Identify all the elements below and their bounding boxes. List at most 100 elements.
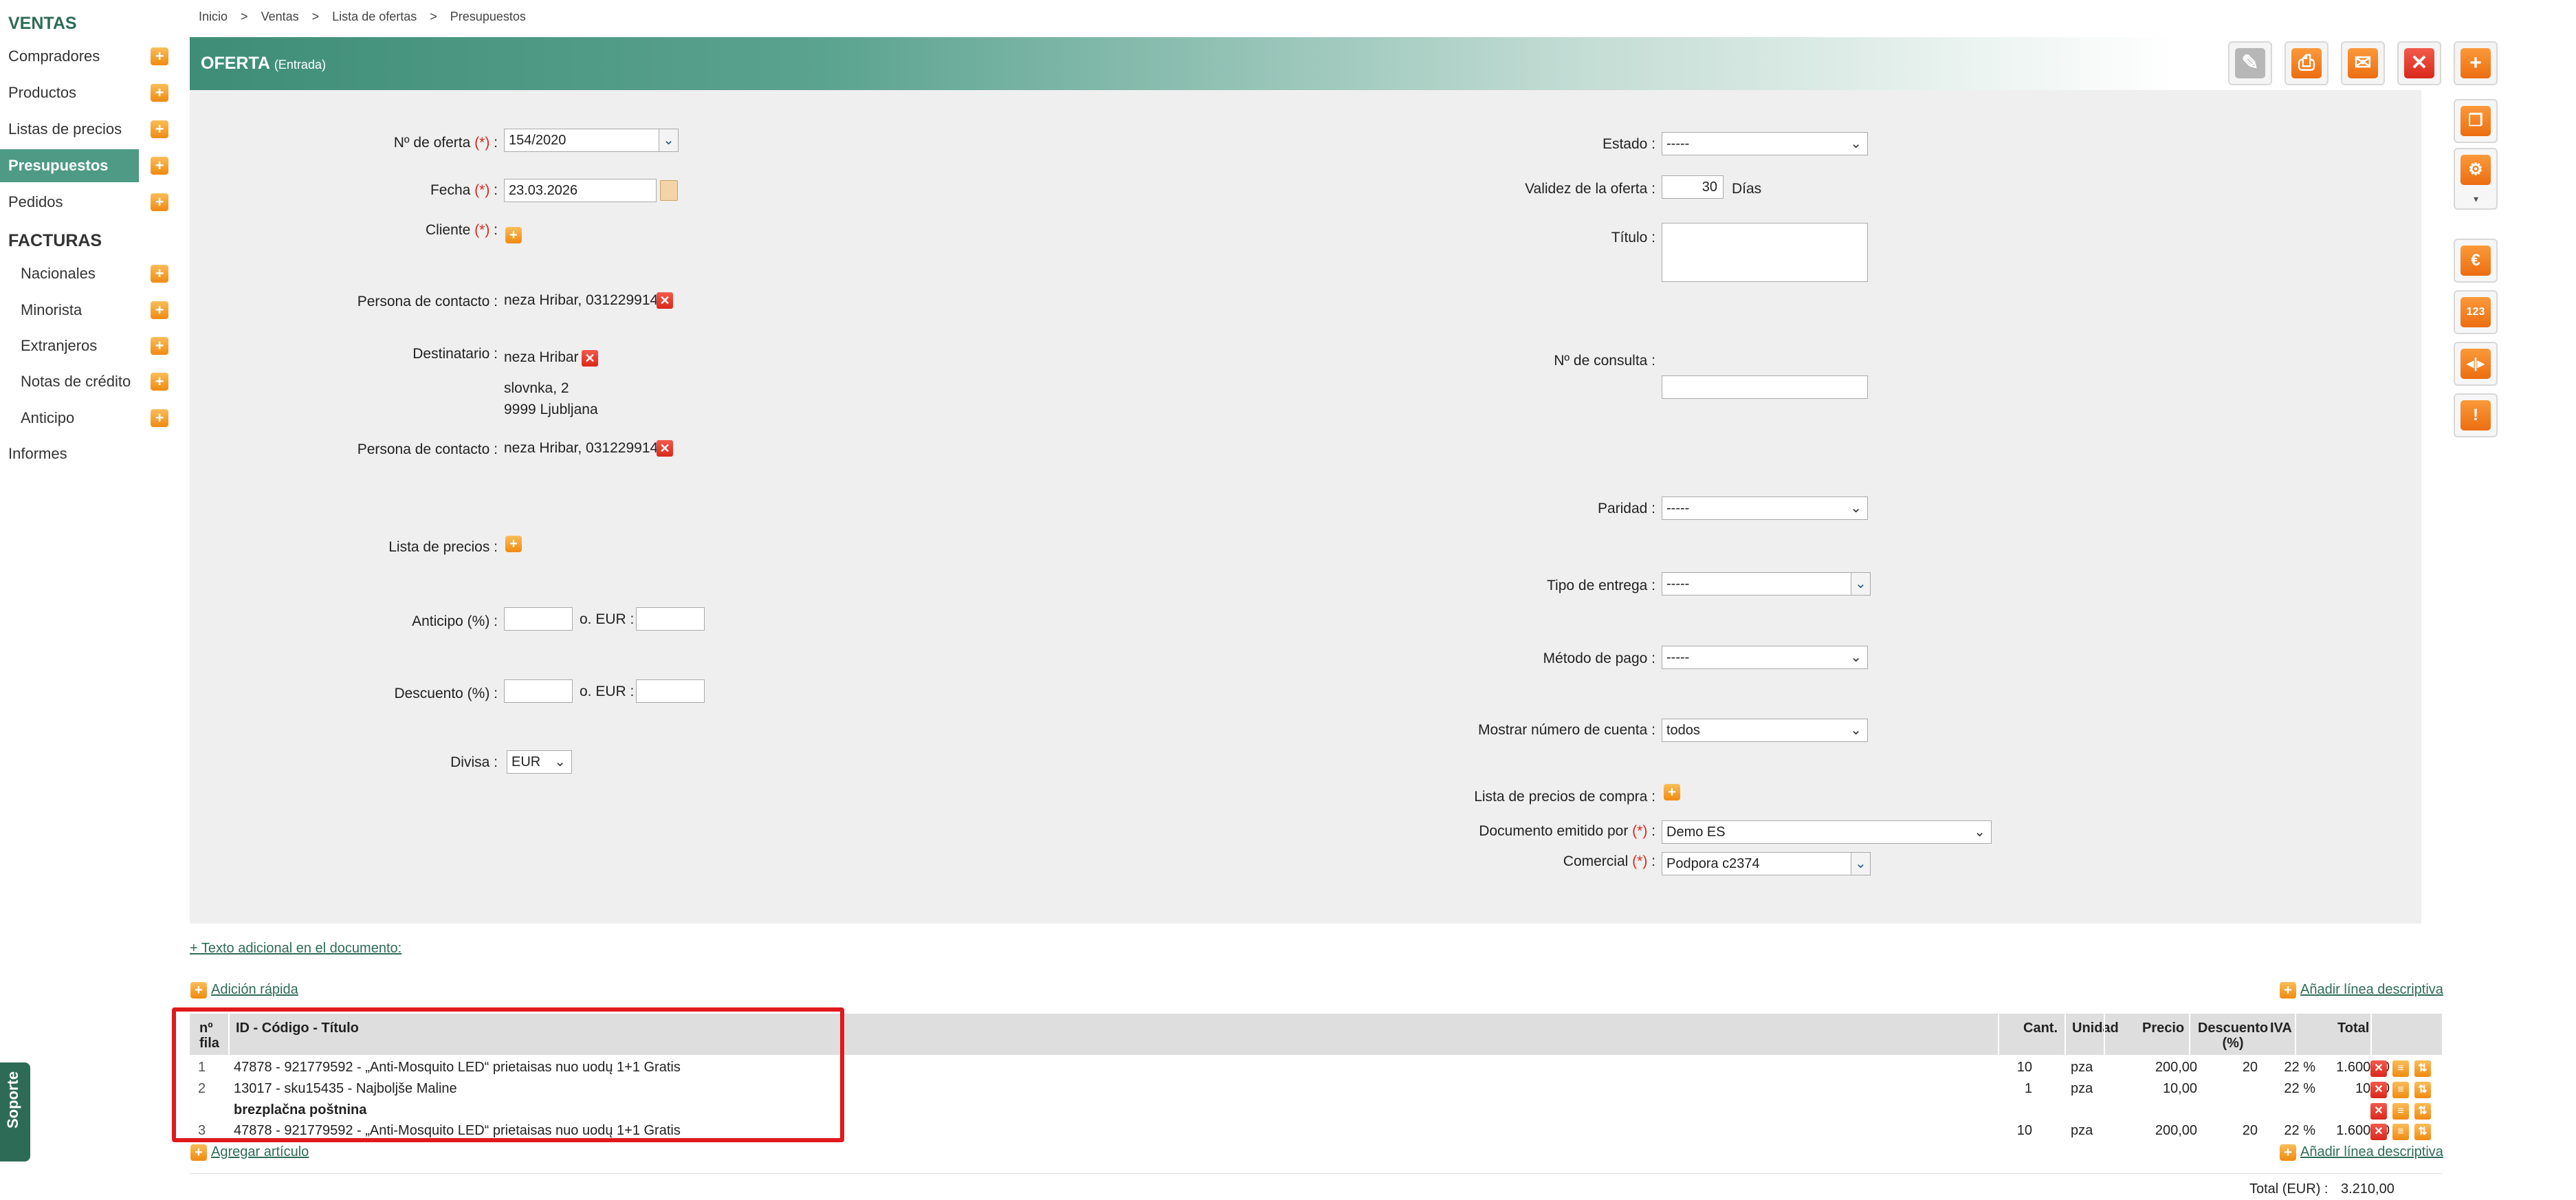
remove-recipient-icon[interactable]: ✕ [582,350,598,367]
sales-value: Podpora c2374 [1666,856,1760,871]
recipient-name: neza Hribar [504,349,579,365]
row-unit: pza [2071,1123,2093,1138]
required-marker: (*) [1632,853,1648,869]
edit-button[interactable]: ✎ [2228,41,2272,85]
sidebar-section-ventas: VENTAS [8,14,77,33]
sales-select[interactable]: Podpora c2374 ⌄ [1662,852,1871,875]
add-pedidos-icon[interactable]: + [151,193,168,211]
delete-row-icon[interactable]: ✕ [2370,1124,2387,1140]
remove-contact2-icon[interactable]: ✕ [657,440,673,457]
remove-contact-icon[interactable]: ✕ [657,292,673,309]
title-textarea[interactable] [1662,223,1868,282]
row-vat: 22 % [2284,1123,2315,1138]
add-desc-line-icon[interactable]: + [2280,1144,2296,1161]
reorder-row-icon[interactable]: ⇅ [2414,1124,2431,1140]
reorder-row-icon[interactable]: ⇅ [2414,1103,2431,1120]
numbering-button[interactable]: 123 [2454,290,2498,334]
discount-percent-input[interactable] [504,679,573,703]
add-extranjeros-icon[interactable]: + [151,337,168,355]
sidebar-item-nacionales[interactable]: Nacionales [0,257,172,290]
sidebar-item-productos[interactable]: Productos [0,76,172,109]
add-purchase-pricelist-icon[interactable]: + [1664,784,1680,800]
add-item-link[interactable]: Agregar artículo [211,1144,309,1160]
print-button[interactable]: ⎙ [2285,41,2329,85]
delete-row-icon[interactable]: ✕ [2370,1060,2387,1077]
split-button[interactable]: ◂|▸ [2454,342,2498,386]
status-select[interactable]: ----- ⌄ [1662,132,1868,155]
add-presupuestos-icon[interactable]: + [151,157,168,175]
delete-row-icon[interactable]: ✕ [2370,1082,2387,1098]
sidebar-item-extranjeros[interactable]: Extranjeros [0,329,172,362]
edit-row-icon[interactable]: ≡ [2392,1103,2409,1120]
sidebar-item-notas-de-credito[interactable]: Notas de crédito [0,365,172,398]
caret-down-icon: ▾ [2474,193,2479,204]
new-button[interactable]: + [2454,41,2498,85]
add-client-icon[interactable]: + [505,227,522,243]
add-item-icon[interactable]: + [190,1144,207,1161]
col-vat: IVA [2270,1021,2292,1036]
add-pricelist-icon[interactable]: + [505,536,522,552]
add-compradores-icon[interactable]: + [151,47,168,65]
offer-no-select[interactable]: 154/2020 ⌄ [504,129,679,152]
reorder-row-icon[interactable]: ⇅ [2414,1060,2431,1077]
edit-row-icon[interactable]: ≡ [2392,1082,2409,1098]
sidebar-item-presupuestos[interactable]: Presupuestos [0,149,139,182]
add-desc-line-link-bottom[interactable]: Añadir línea descriptiva [2300,1144,2443,1160]
add-notas-icon[interactable]: + [151,373,168,391]
payment-select[interactable]: ----- ⌄ [1662,646,1868,669]
settings-button[interactable]: ⚙ ▾ [2454,148,2498,210]
col-divider [2295,1014,2296,1055]
advance-percent-input[interactable] [504,607,573,631]
add-anticipo-icon[interactable]: + [151,409,168,427]
add-productos-icon[interactable]: + [151,84,168,102]
advance-eur-input[interactable] [636,607,705,631]
add-nacionales-icon[interactable]: + [151,265,168,283]
pricelist-label: Lista de precios : [388,539,498,555]
calendar-icon[interactable] [660,180,678,201]
col-unit: Unidad [2072,1021,2119,1036]
pencil-icon: ✎ [2235,48,2265,78]
discount-eur-input[interactable] [636,679,705,703]
page-title: OFERTA (Entrada) [201,54,326,74]
copy-button[interactable]: ❐ [2454,99,2498,143]
validity-input[interactable]: 30 [1662,175,1724,199]
breadcrumb-ventas[interactable]: Ventas [261,10,299,23]
delivery-select[interactable]: ----- ⌄ [1662,572,1871,596]
edit-row-icon[interactable]: ≡ [2392,1124,2409,1140]
currency-select[interactable]: EUR ⌄ [507,750,572,774]
col-divider [2104,1014,2105,1055]
add-minorista-icon[interactable]: + [151,301,168,319]
add-listas-icon[interactable]: + [151,120,168,138]
recipient-street: slovnka, 2 [504,380,569,396]
sidebar-item-listas-de-precios[interactable]: Listas de precios [0,113,172,146]
sidebar-item-pedidos[interactable]: Pedidos [0,186,172,219]
sidebar-item-compradores[interactable]: Compradores [0,40,172,73]
additional-text-link[interactable]: + Texto adicional en el documento: [190,941,401,957]
quick-add-link[interactable]: Adición rápida [211,982,298,998]
delete-button[interactable]: ✕ [2397,41,2441,85]
edit-row-icon[interactable]: ≡ [2392,1060,2409,1077]
status-label: Estado : [1602,136,1655,152]
quick-add-icon[interactable]: + [190,982,207,999]
sidebar-item-minorista[interactable]: Minorista [0,294,172,327]
required-marker: (*) [474,135,490,151]
account-select[interactable]: todos ⌄ [1662,719,1868,742]
add-desc-line-icon[interactable]: + [2280,982,2296,999]
row-unit: pza [2071,1060,2093,1075]
add-desc-line-link[interactable]: Añadir línea descriptiva [2300,982,2443,998]
breadcrumb-inicio[interactable]: Inicio [199,10,228,23]
issued-by-select[interactable]: Demo ES ⌄ [1662,820,1992,844]
delete-row-icon[interactable]: ✕ [2370,1103,2387,1120]
breadcrumb-lista-de-ofertas[interactable]: Lista de ofertas [332,10,417,23]
currency-button[interactable]: € [2454,239,2498,283]
parity-select[interactable]: ----- ⌄ [1662,497,1868,520]
support-tab[interactable]: Soporte [0,1062,30,1161]
email-button[interactable]: ✉ [2341,41,2385,85]
sidebar-item-informes[interactable]: Informes [0,437,172,470]
warning-button[interactable]: ! [2454,393,2498,437]
sales-label-text: Comercial [1563,853,1629,869]
sidebar-item-anticipo[interactable]: Anticipo [0,402,172,435]
date-input[interactable]: 23.03.2026 [504,179,657,202]
inquiry-input[interactable] [1662,375,1868,399]
reorder-row-icon[interactable]: ⇅ [2414,1082,2431,1098]
